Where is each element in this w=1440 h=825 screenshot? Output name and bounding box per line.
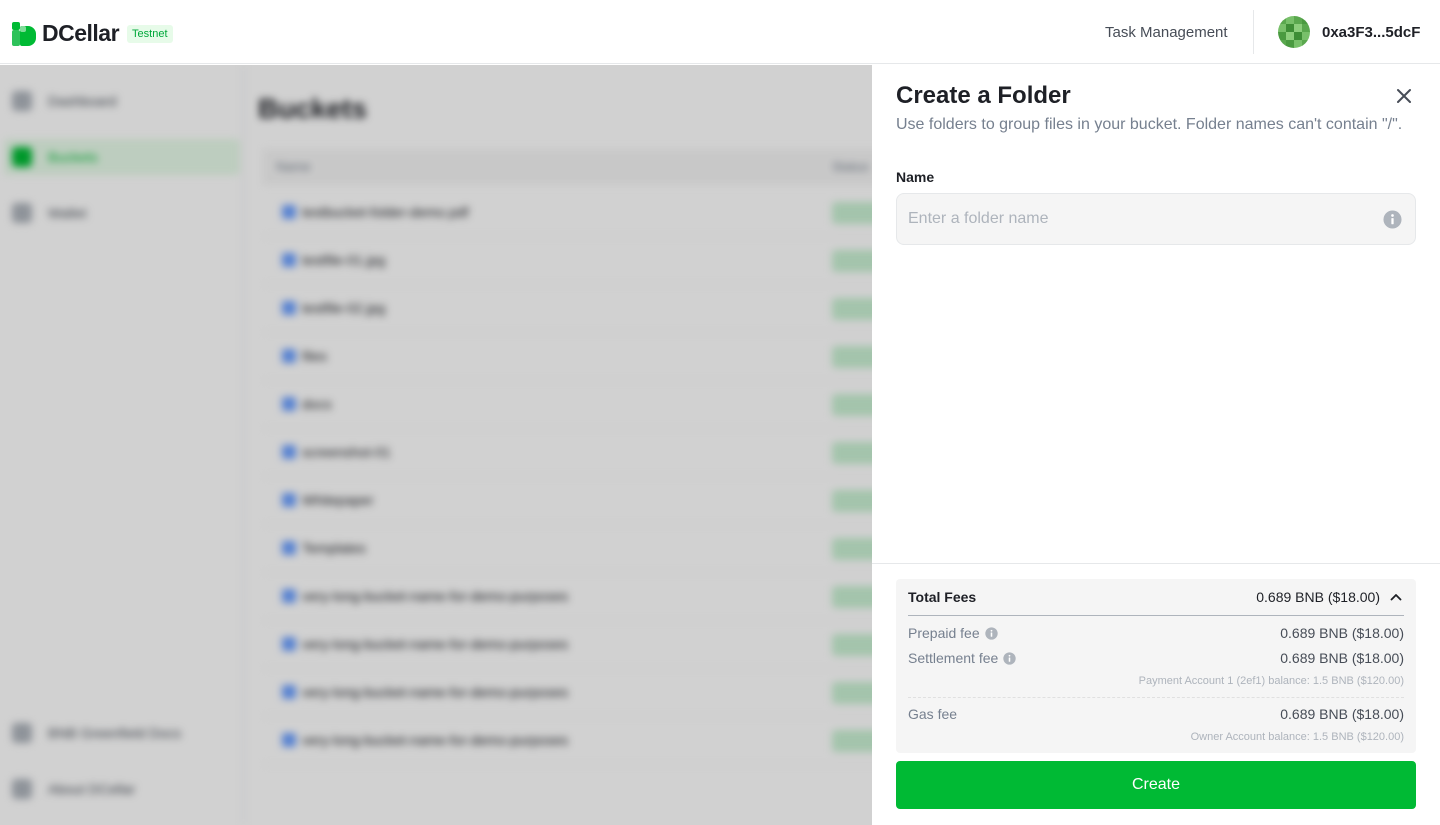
create-folder-drawer: Create a Folder Use folders to group fil…: [872, 64, 1440, 825]
drawer-title: Create a Folder: [896, 82, 1071, 109]
gas-fee-value: 0.689 BNB ($18.00): [1280, 706, 1404, 722]
drawer-footer: Total Fees 0.689 BNB ($18.00) Prepaid fe…: [872, 563, 1440, 825]
prepaid-fee-value: 0.689 BNB ($18.00): [1280, 625, 1404, 641]
payment-account-balance: Payment Account 1 (2ef1) balance: 1.5 BN…: [1138, 675, 1404, 687]
dcellar-logo[interactable]: DCellar Testnet: [12, 20, 173, 47]
account-avatar[interactable]: [1278, 16, 1310, 48]
dcellar-logo-icon: [12, 21, 36, 46]
owner-account-balance: Owner Account balance: 1.5 BNB ($120.00): [1190, 731, 1404, 743]
prepaid-fee-row: Prepaid fee 0.689 BNB ($18.00): [908, 625, 1404, 641]
fees-panel: Total Fees 0.689 BNB ($18.00) Prepaid fe…: [896, 579, 1416, 753]
total-fees-value: 0.689 BNB ($18.00): [1256, 589, 1380, 605]
prepaid-fee-label: Prepaid fee: [908, 625, 980, 641]
account-address[interactable]: 0xa3F3...5dcF: [1322, 24, 1420, 41]
create-button[interactable]: Create: [896, 761, 1416, 809]
gas-fee-row: Gas fee 0.689 BNB ($18.00): [908, 706, 1404, 722]
info-icon[interactable]: [984, 627, 998, 640]
header-divider: [1253, 10, 1254, 54]
total-fees-label: Total Fees: [908, 589, 977, 605]
fees-divider: [908, 697, 1404, 698]
gas-fee-label: Gas fee: [908, 706, 958, 722]
background-page: Dashboard Buckets Wallet BNB Greenfield …: [0, 65, 872, 825]
info-icon[interactable]: [1003, 652, 1016, 665]
brand-name: DCellar: [42, 20, 120, 46]
total-fees-row[interactable]: Total Fees 0.689 BNB ($18.00): [908, 579, 1404, 616]
close-icon[interactable]: [1392, 84, 1416, 108]
settlement-fee-label: Settlement fee: [908, 650, 999, 666]
chevron-up-icon[interactable]: [1388, 589, 1404, 605]
folder-name-field[interactable]: [896, 193, 1416, 245]
name-label: Name: [896, 169, 935, 185]
settlement-fee-value: 0.689 BNB ($18.00): [1280, 650, 1404, 666]
drawer-description: Use folders to group files in your bucke…: [896, 116, 1403, 133]
folder-name-input[interactable]: [897, 194, 1377, 244]
info-icon[interactable]: [1383, 210, 1402, 229]
settlement-fee-row: Settlement fee 0.689 BNB ($18.00): [908, 650, 1404, 666]
task-management-link[interactable]: Task Management: [1105, 24, 1228, 41]
modal-overlay[interactable]: [0, 65, 872, 825]
top-header: DCellar Testnet Task Management 0xa3F3..…: [0, 0, 1440, 64]
network-badge: Testnet: [127, 24, 173, 43]
